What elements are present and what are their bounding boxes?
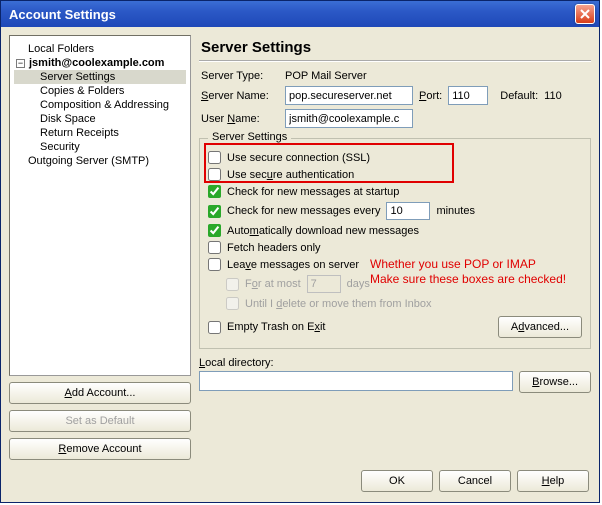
default-port-value: 110	[544, 90, 562, 102]
empty-trash-checkbox[interactable]	[208, 321, 221, 334]
days-suffix: days	[347, 278, 370, 290]
ok-button[interactable]: OK	[361, 470, 433, 492]
fetch-headers-label: Fetch headers only	[227, 242, 321, 254]
until-delete-label: Until I delete or move them from Inbox	[245, 298, 432, 310]
check-every-input[interactable]	[386, 202, 430, 220]
server-type-row: Server Type: POP Mail Server	[199, 70, 591, 82]
leave-messages-checkbox[interactable]	[208, 258, 221, 271]
check-every-checkbox[interactable]	[208, 205, 221, 218]
for-at-most-label: For at most	[245, 278, 301, 290]
check-every-suffix: minutes	[436, 205, 475, 217]
auto-download-checkbox[interactable]	[208, 224, 221, 237]
page-heading: Server Settings	[201, 39, 591, 56]
ssl-checkbox[interactable]	[208, 151, 221, 164]
close-icon	[580, 9, 590, 19]
tree-item-account[interactable]: − jsmith@coolexample.com	[14, 56, 186, 70]
local-directory-input[interactable]	[199, 371, 513, 391]
window-title: Account Settings	[9, 7, 116, 22]
until-delete-checkbox	[226, 297, 239, 310]
server-type-label: Server Type:	[201, 70, 279, 82]
remove-account-button[interactable]: Remove Account	[9, 438, 191, 460]
annotation-text: Whether you use POP or IMAP Make sure th…	[370, 257, 580, 287]
titlebar: Account Settings	[1, 1, 599, 27]
fetch-headers-checkbox[interactable]	[208, 241, 221, 254]
tree-item-composition[interactable]: Composition & Addressing	[14, 98, 186, 112]
set-as-default-button: Set as Default	[9, 410, 191, 432]
leave-messages-label: Leave messages on server	[227, 259, 359, 271]
days-input	[307, 275, 341, 293]
add-account-button[interactable]: Add Account...	[9, 382, 191, 404]
accounts-tree[interactable]: Local Folders − jsmith@coolexample.com S…	[9, 35, 191, 376]
local-directory-label: Local directory:	[199, 357, 591, 369]
secure-auth-checkbox[interactable]	[208, 168, 221, 181]
server-settings-fieldset: Server Settings Use secure connection (S…	[199, 138, 591, 349]
check-startup-label: Check for new messages at startup	[227, 186, 399, 198]
minus-icon[interactable]: −	[16, 59, 25, 68]
check-startup-checkbox[interactable]	[208, 185, 221, 198]
user-name-label: User Name:	[201, 113, 279, 125]
empty-trash-label: Empty Trash on Exit	[227, 321, 325, 333]
secure-auth-label: Use secure authentication	[227, 169, 354, 181]
tree-item-local-folders[interactable]: Local Folders	[14, 42, 186, 56]
tree-item-server-settings[interactable]: Server Settings	[14, 70, 186, 84]
help-button[interactable]: Help	[517, 470, 589, 492]
fieldset-legend: Server Settings	[208, 131, 291, 143]
port-label: Port:	[419, 90, 442, 102]
server-name-input[interactable]	[285, 86, 413, 105]
server-type-value: POP Mail Server	[285, 70, 367, 82]
port-input[interactable]	[448, 86, 488, 105]
browse-button[interactable]: Browse...	[519, 371, 591, 393]
tree-item-outgoing-smtp[interactable]: Outgoing Server (SMTP)	[14, 154, 186, 168]
auto-download-label: Automatically download new messages	[227, 225, 419, 237]
for-at-most-checkbox	[226, 278, 239, 291]
tree-item-return-receipts[interactable]: Return Receipts	[14, 126, 186, 140]
tree-item-security[interactable]: Security	[14, 140, 186, 154]
server-name-label: Server Name:	[201, 90, 279, 102]
tree-item-disk-space[interactable]: Disk Space	[14, 112, 186, 126]
check-every-prefix: Check for new messages every	[227, 205, 380, 217]
advanced-button[interactable]: Advanced...	[498, 316, 582, 338]
ssl-label: Use secure connection (SSL)	[227, 152, 370, 164]
default-port-label: Default:	[500, 90, 538, 102]
tree-item-copies-folders[interactable]: Copies & Folders	[14, 84, 186, 98]
user-name-input[interactable]	[285, 109, 413, 128]
cancel-button[interactable]: Cancel	[439, 470, 511, 492]
close-button[interactable]	[575, 4, 595, 24]
